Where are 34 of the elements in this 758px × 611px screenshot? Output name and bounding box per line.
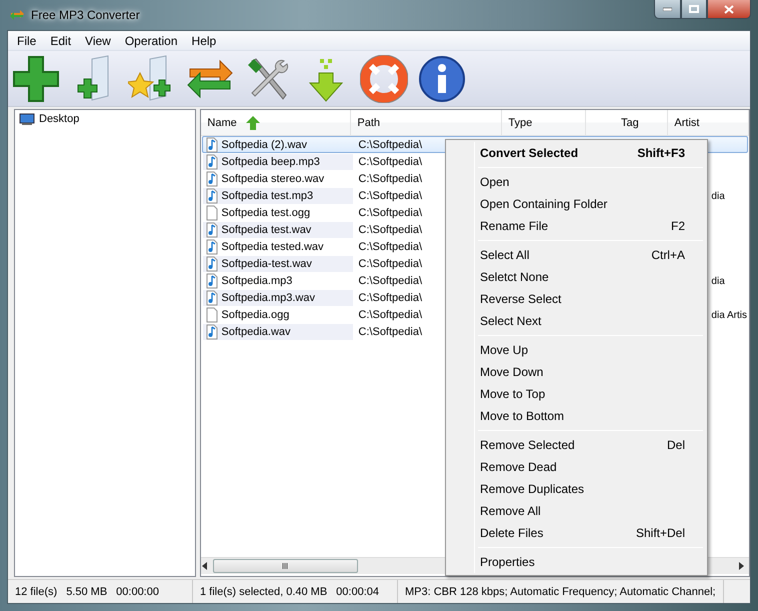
file-name: Softpedia.wav [221, 326, 291, 338]
file-path: C:\Softpedia\ [358, 139, 422, 151]
file-name: Softpedia test.mp3 [221, 190, 314, 202]
status-text: 5.50 MB [66, 586, 108, 598]
file-path: C:\Softpedia\ [358, 292, 422, 304]
file-name: Softpedia beep.mp3 [221, 156, 320, 168]
file-path: C:\Softpedia\ [358, 241, 422, 253]
file-path: C:\Softpedia\ [358, 190, 422, 202]
artist-cell-text: dia [710, 190, 726, 204]
status-text: 12 file(s) [15, 586, 58, 598]
artist-cell-text: dia [710, 274, 726, 288]
file-name: Softpedia tested.wav [221, 241, 324, 253]
artist-cell-text: dia Artis [710, 308, 747, 322]
status-text: 1 file(s) selected, 0.40 MB [200, 586, 328, 598]
status-text: 00:00:04 [336, 586, 379, 598]
window-title: Free MP3 Converter [31, 8, 140, 22]
file-name: Softpedia test.wav [221, 224, 312, 236]
file-path: C:\Softpedia\ [358, 309, 422, 321]
file-path: C:\Softpedia\ [358, 173, 422, 185]
file-path: C:\Softpedia\ [358, 326, 422, 338]
file-name: Softpedia (2).wav [221, 139, 308, 151]
file-path: C:\Softpedia\ [358, 156, 422, 168]
file-name: Softpedia.ogg [221, 309, 290, 321]
file-name: Softpedia.mp3.wav [221, 292, 315, 304]
file-name: Softpedia.mp3 [221, 275, 292, 287]
file-path: C:\Softpedia\ [358, 224, 422, 236]
file-name: Softpedia-test.wav [221, 258, 312, 270]
status-text: 00:00:00 [116, 586, 159, 598]
file-name: Softpedia stereo.wav [221, 173, 324, 185]
status-text: MP3: CBR 128 kbps; Automatic Frequency; Automatic Channel; [405, 586, 716, 598]
file-path: C:\Softpedia\ [358, 275, 422, 287]
file-path: C:\Softpedia\ [358, 258, 422, 270]
file-name: Softpedia test.ogg [221, 207, 310, 219]
file-path: C:\Softpedia\ [358, 207, 422, 219]
